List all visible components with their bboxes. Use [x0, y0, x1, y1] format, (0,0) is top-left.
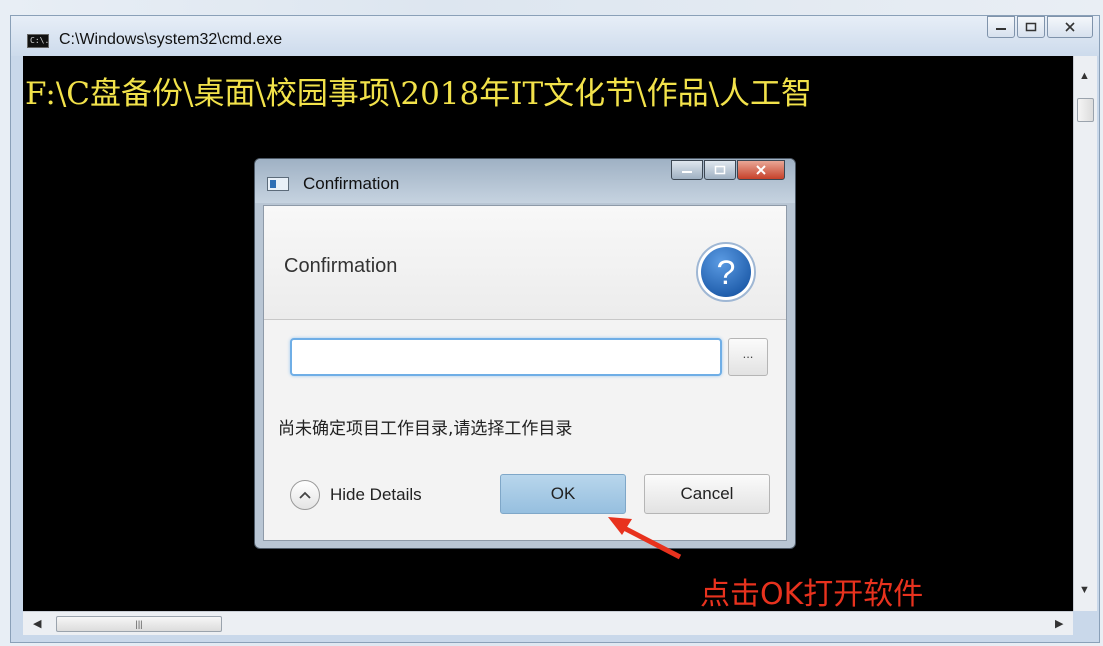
vertical-scrollbar[interactable]: ▲ ▼ — [1073, 56, 1097, 611]
maximize-icon — [1025, 22, 1037, 32]
question-icon: ? — [696, 242, 756, 302]
dialog-title: Confirmation — [303, 174, 400, 193]
hide-details-label: Hide Details — [330, 485, 422, 504]
question-glyph: ? — [717, 254, 736, 292]
cmd-window-title: C:\Windows\system32\cmd.exe — [59, 31, 283, 48]
close-button[interactable] — [1047, 16, 1093, 38]
vertical-scroll-thumb[interactable] — [1077, 98, 1094, 122]
maximize-button[interactable] — [1017, 16, 1045, 38]
browse-button[interactable]: ... — [728, 338, 768, 376]
minimize-icon — [682, 171, 692, 173]
dialog-app-icon — [267, 177, 289, 191]
dialog-minimize-button[interactable] — [671, 160, 703, 180]
dialog-content: ... 尚未确定项目工作目录,请选择工作目录 Hide Details OK C… — [264, 320, 786, 540]
dialog-message: 尚未确定项目工作目录,请选择工作目录 — [278, 419, 573, 439]
scroll-down-arrow-icon[interactable]: ▼ — [1079, 584, 1090, 596]
scroll-left-arrow-icon[interactable]: ◀ — [33, 617, 41, 630]
cmd-window-controls — [985, 16, 1093, 40]
dialog-window-controls — [670, 160, 785, 180]
dialog-maximize-button[interactable] — [704, 160, 736, 180]
confirmation-dialog: Confirmation Confirmation ? ... 尚未确定项目工作… — [254, 158, 796, 549]
dialog-header: Confirmation ? — [264, 206, 786, 320]
cmd-titlebar[interactable]: C:\. C:\Windows\system32\cmd.exe — [11, 16, 1099, 56]
dialog-heading: Confirmation — [284, 255, 398, 277]
minimize-button[interactable] — [987, 16, 1015, 38]
console-path-text: F:\C盘备份\桌面\校园事项\2018年IT文化节\作品\人工智 — [25, 76, 813, 112]
minimize-icon — [996, 28, 1006, 30]
hide-details-toggle[interactable]: Hide Details — [290, 480, 422, 510]
maximize-icon — [714, 165, 726, 175]
cmd-app-icon: C:\. — [27, 34, 49, 48]
dialog-titlebar[interactable]: Confirmation — [255, 159, 795, 203]
annotation-text: 点击OK打开软件 — [700, 577, 924, 612]
working-directory-input[interactable] — [290, 338, 722, 376]
scroll-up-arrow-icon[interactable]: ▲ — [1079, 70, 1090, 82]
close-icon — [1065, 22, 1075, 32]
horizontal-scroll-thumb[interactable]: ||| — [56, 616, 222, 632]
chevron-up-icon — [290, 480, 320, 510]
horizontal-scrollbar[interactable]: ◀ ||| ▶ — [23, 611, 1073, 635]
close-icon — [756, 165, 766, 175]
dialog-close-button[interactable] — [737, 160, 785, 180]
dialog-body: Confirmation ? ... 尚未确定项目工作目录,请选择工作目录 Hi… — [263, 205, 787, 541]
scroll-right-arrow-icon[interactable]: ▶ — [1055, 617, 1063, 630]
annotation-arrow-icon — [608, 517, 682, 560]
